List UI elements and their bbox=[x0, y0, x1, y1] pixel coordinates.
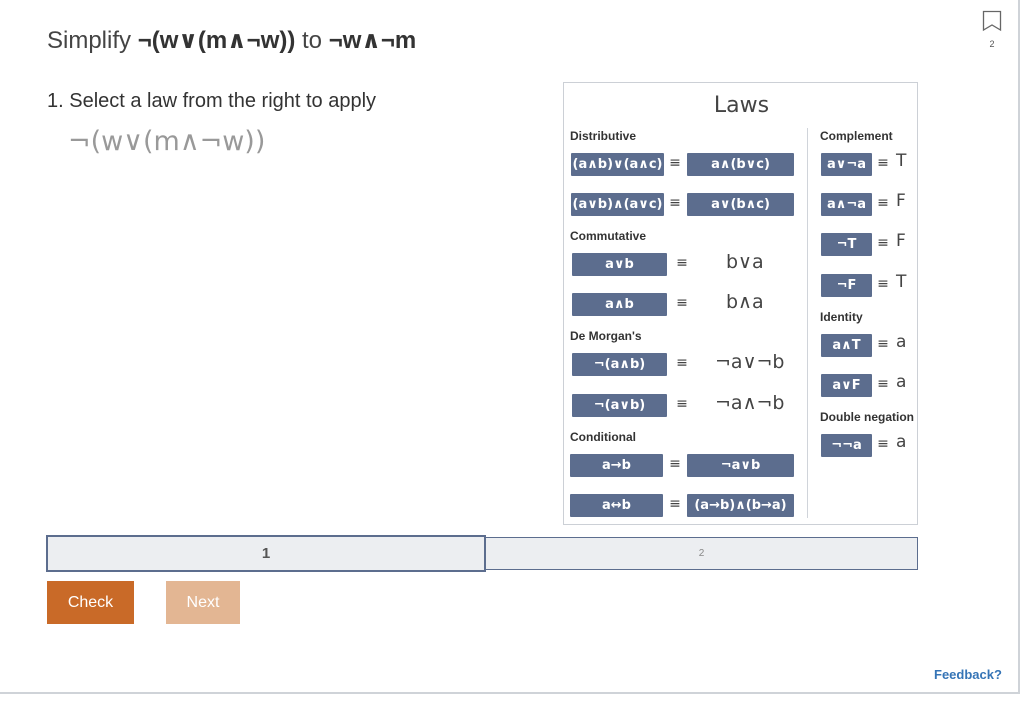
equiv-sign: ≡ bbox=[669, 496, 681, 512]
equiv-sign: ≡ bbox=[877, 276, 889, 292]
equiv-sign: ≡ bbox=[669, 155, 681, 171]
category-double-negation: Double negation bbox=[820, 410, 914, 424]
equiv-sign: ≡ bbox=[877, 376, 889, 392]
law-identity-1-left[interactable]: a∧T bbox=[821, 334, 872, 357]
title-connector: to bbox=[302, 27, 323, 54]
laws-title: Laws bbox=[713, 93, 770, 118]
equiv-sign: ≡ bbox=[877, 155, 889, 171]
title-prefix: Simplify bbox=[47, 27, 132, 54]
progress-tab-1[interactable]: 1 bbox=[46, 535, 486, 572]
law-identity-2-left[interactable]: a∨F bbox=[821, 374, 872, 397]
equiv-sign: ≡ bbox=[669, 195, 681, 211]
law-demorgan-2-left[interactable]: ¬(a∨b) bbox=[572, 394, 667, 417]
title-from-expression: ¬(w∨(m∧¬w)) bbox=[137, 27, 296, 54]
law-distributive-2-left[interactable]: (a∨b)∧(a∨c) bbox=[571, 193, 664, 216]
law-commutative-2-left[interactable]: a∧b bbox=[572, 293, 667, 316]
law-double-negation-1-right[interactable]: a bbox=[896, 432, 906, 452]
law-complement-4-left[interactable]: ¬F bbox=[821, 274, 872, 297]
check-button[interactable]: Check bbox=[47, 581, 134, 624]
step-instruction: 1. Select a law from the right to apply bbox=[47, 90, 377, 112]
law-identity-1-right[interactable]: a bbox=[896, 332, 906, 352]
equiv-sign: ≡ bbox=[877, 336, 889, 352]
equiv-sign: ≡ bbox=[676, 255, 688, 271]
equiv-sign: ≡ bbox=[676, 396, 688, 412]
law-complement-2-right[interactable]: F bbox=[896, 191, 906, 211]
current-expression: ¬(w∨(m∧¬w)) bbox=[68, 126, 266, 157]
law-demorgan-1-right[interactable]: ¬a∨¬b bbox=[715, 351, 784, 373]
law-complement-1-right[interactable]: T bbox=[896, 151, 906, 171]
law-distributive-2-right[interactable]: a∨(b∧c) bbox=[687, 193, 794, 216]
progress-tab-2[interactable]: 2 bbox=[486, 537, 918, 570]
equiv-sign: ≡ bbox=[877, 235, 889, 251]
law-commutative-1-left[interactable]: a∨b bbox=[572, 253, 667, 276]
equiv-sign: ≡ bbox=[676, 295, 688, 311]
law-complement-3-left[interactable]: ¬T bbox=[821, 233, 872, 256]
next-button[interactable]: Next bbox=[166, 581, 240, 624]
law-conditional-2-right[interactable]: (a→b)∧(b→a) bbox=[687, 494, 794, 517]
equiv-sign: ≡ bbox=[877, 195, 889, 211]
equiv-sign: ≡ bbox=[877, 436, 889, 452]
laws-divider bbox=[807, 128, 808, 518]
category-commutative: Commutative bbox=[570, 229, 647, 243]
category-complement: Complement bbox=[820, 129, 893, 143]
bookmark-icon[interactable] bbox=[982, 10, 1002, 32]
law-complement-4-right[interactable]: T bbox=[896, 272, 906, 292]
law-commutative-1-right[interactable]: b∨a bbox=[726, 251, 764, 273]
law-commutative-2-right[interactable]: b∧a bbox=[726, 291, 764, 313]
law-distributive-1-right[interactable]: a∧(b∨c) bbox=[687, 153, 794, 176]
law-complement-2-left[interactable]: a∧¬a bbox=[821, 193, 872, 216]
equiv-sign: ≡ bbox=[669, 456, 681, 472]
category-identity: Identity bbox=[820, 310, 863, 324]
law-demorgan-2-right[interactable]: ¬a∧¬b bbox=[715, 392, 784, 414]
category-de-morgans: De Morgan's bbox=[570, 329, 642, 343]
title-to-expression: ¬w∧¬m bbox=[328, 27, 417, 54]
law-conditional-1-right[interactable]: ¬a∨b bbox=[687, 454, 794, 477]
laws-panel: Laws Distributive (a∧b)∨(a∧c) ≡ a∧(b∨c) … bbox=[563, 82, 918, 525]
category-conditional: Conditional bbox=[570, 430, 636, 444]
law-double-negation-1-left[interactable]: ¬¬a bbox=[821, 434, 872, 457]
law-demorgan-1-left[interactable]: ¬(a∧b) bbox=[572, 353, 667, 376]
equiv-sign: ≡ bbox=[676, 355, 688, 371]
page-title: Simplify ¬(w∨(m∧¬w)) to ¬w∧¬m bbox=[47, 26, 416, 55]
law-identity-2-right[interactable]: a bbox=[896, 372, 906, 392]
feedback-link[interactable]: Feedback? bbox=[934, 667, 1002, 682]
law-conditional-2-left[interactable]: a↔b bbox=[570, 494, 663, 517]
bookmark-count: 2 bbox=[989, 39, 995, 49]
law-conditional-1-left[interactable]: a→b bbox=[570, 454, 663, 477]
law-distributive-1-left[interactable]: (a∧b)∨(a∧c) bbox=[571, 153, 664, 176]
law-complement-1-left[interactable]: a∨¬a bbox=[821, 153, 872, 176]
law-complement-3-right[interactable]: F bbox=[896, 231, 906, 251]
category-distributive: Distributive bbox=[570, 129, 637, 143]
